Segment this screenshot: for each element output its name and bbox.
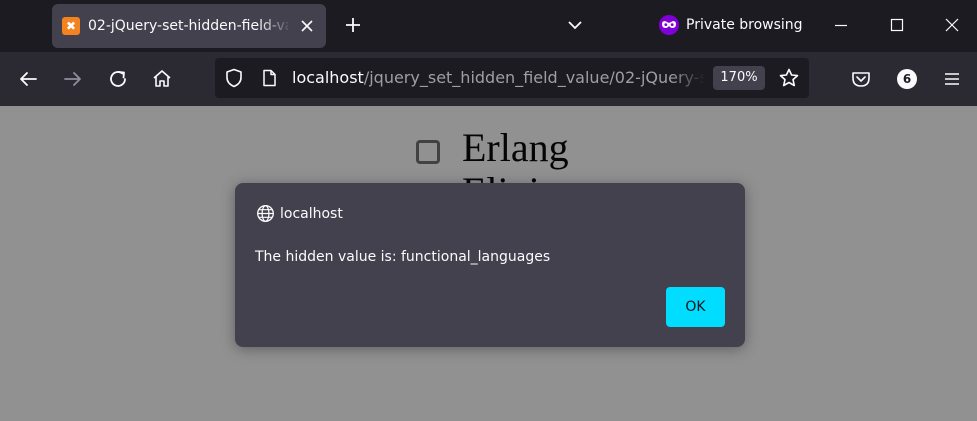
tab-active[interactable]: ✖ 02-jQuery-set-hidden-field-value — [52, 4, 326, 48]
page-icon[interactable] — [259, 68, 279, 88]
tab-strip: ✖ 02-jQuery-set-hidden-field-value Priva… — [0, 0, 977, 52]
url-text[interactable]: localhost/jquery_set_hidden_field_value/… — [292, 58, 704, 98]
shield-icon[interactable] — [223, 67, 245, 89]
extension-badge[interactable]: 6 — [897, 69, 917, 89]
tab-title-fade — [258, 4, 292, 48]
private-browsing-label: Private browsing — [686, 17, 803, 33]
close-window-icon[interactable] — [937, 10, 967, 40]
pocket-icon[interactable] — [846, 64, 876, 94]
reload-icon[interactable] — [103, 64, 133, 94]
private-browsing-icon — [659, 15, 679, 35]
close-icon[interactable] — [296, 15, 318, 37]
bookmark-star-icon[interactable] — [778, 67, 800, 89]
chevron-down-icon[interactable] — [561, 10, 589, 40]
alert-dialog: localhost The hidden value is: functiona… — [235, 183, 745, 347]
url-path: /jquery_set_hidden_field_value/02-jQuery… — [363, 68, 704, 87]
minimize-icon[interactable] — [826, 10, 856, 40]
menu-icon[interactable] — [937, 64, 967, 94]
back-icon[interactable] — [13, 64, 43, 94]
url-host: localhost — [292, 68, 364, 87]
url-fade — [671, 58, 705, 98]
home-icon[interactable] — [147, 64, 177, 94]
dialog-message: The hidden value is: functional_language… — [255, 249, 551, 265]
url-bar[interactable]: localhost/jquery_set_hidden_field_value/… — [215, 58, 809, 98]
globe-icon — [257, 205, 274, 222]
nav-toolbar: localhost/jquery_set_hidden_field_value/… — [0, 52, 977, 106]
dialog-origin: localhost — [280, 206, 343, 222]
new-tab-button[interactable] — [338, 10, 368, 40]
forward-icon[interactable] — [58, 64, 88, 94]
xampp-icon: ✖ — [62, 17, 80, 35]
ok-button[interactable]: OK — [666, 287, 725, 327]
zoom-level-button[interactable]: 170% — [713, 66, 765, 90]
maximize-icon[interactable] — [882, 10, 912, 40]
